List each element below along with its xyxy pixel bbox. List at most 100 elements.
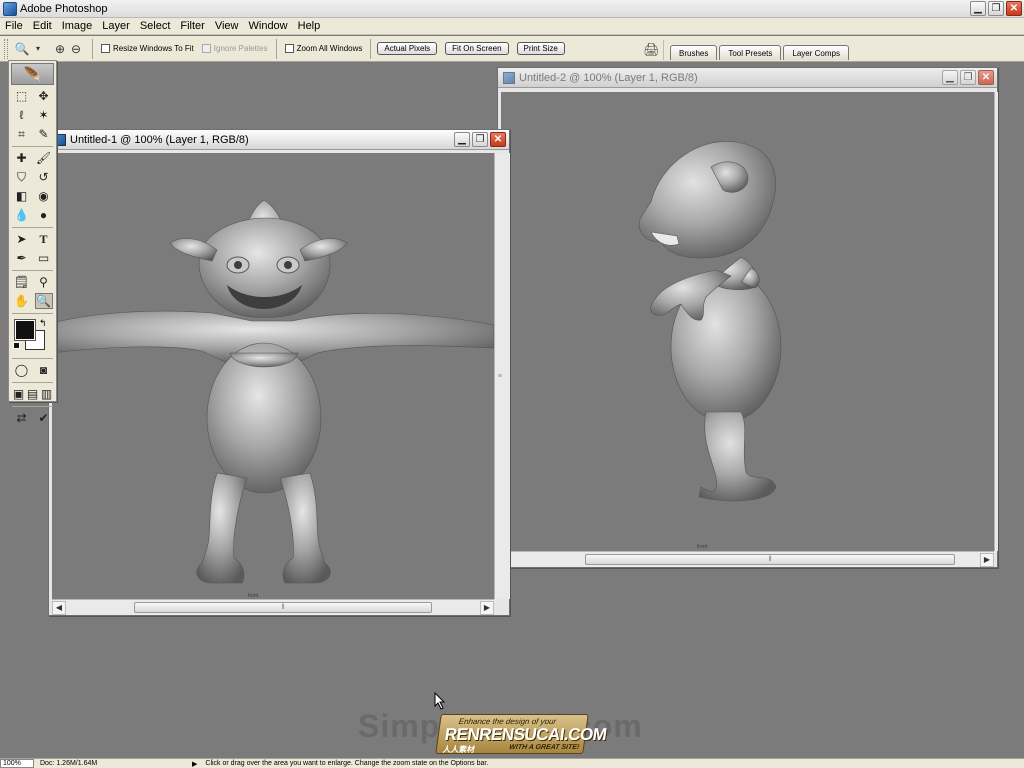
palette-well: 🖨 Brushes Tool Presets Layer Comps bbox=[640, 38, 851, 60]
paint-bucket-tool-icon[interactable]: ◉ bbox=[35, 188, 53, 204]
photoshop-app-icon bbox=[3, 1, 17, 16]
slice-tool-icon[interactable]: ✎ bbox=[35, 126, 53, 142]
menu-filter[interactable]: Filter bbox=[175, 20, 209, 32]
document-canvas[interactable]: front bbox=[501, 92, 994, 551]
close-button[interactable]: ✕ bbox=[978, 70, 994, 85]
scroll-right-button[interactable]: ▶ bbox=[480, 600, 494, 615]
scroll-left-button[interactable]: ◀ bbox=[52, 600, 66, 615]
eyedropper-tool-icon[interactable]: ⚲ bbox=[35, 274, 53, 290]
toolbox-separator bbox=[12, 146, 53, 147]
document-window-untitled-2[interactable]: Untitled-2 @ 100% (Layer 1, RGB/8) ▁ ❐ ✕ bbox=[497, 67, 998, 568]
crop-tool-icon[interactable]: ⌗ bbox=[13, 126, 31, 142]
lasso-tool-icon[interactable]: ℓ bbox=[13, 107, 31, 123]
full-screen-mode-icon[interactable]: ▥ bbox=[40, 386, 53, 402]
checkbox-box[interactable] bbox=[284, 44, 294, 53]
preset-dropdown-icon[interactable]: ▾ bbox=[30, 41, 46, 57]
hand-tool-icon[interactable]: ✋ bbox=[13, 293, 31, 309]
type-tool-icon[interactable]: T bbox=[35, 231, 53, 247]
maximize-button[interactable]: ❐ bbox=[988, 1, 1004, 16]
brush-tool-icon[interactable]: 🖌 bbox=[35, 150, 53, 166]
path-selection-tool-icon[interactable]: ➤ bbox=[13, 231, 31, 247]
minimize-button[interactable]: ▁ bbox=[454, 132, 470, 147]
watermark-badge: Enhance the design of your RENRENSUCAI.C… bbox=[435, 714, 608, 754]
menu-image[interactable]: Image bbox=[57, 20, 98, 32]
minimize-button[interactable]: ▁ bbox=[942, 70, 958, 85]
pen-tool-icon[interactable]: ✒ bbox=[13, 250, 31, 266]
zoom-out-icon[interactable]: ⊖ bbox=[68, 41, 84, 57]
shape-tool-icon[interactable]: ▭ bbox=[35, 250, 53, 266]
document-canvas[interactable]: front bbox=[52, 153, 494, 599]
document-title-bar[interactable]: Untitled-2 @ 100% (Layer 1, RGB/8) ▁ ❐ ✕ bbox=[498, 68, 997, 88]
maximize-button[interactable]: ❐ bbox=[960, 70, 976, 85]
document-window-untitled-1[interactable]: Untitled-1 @ 100% (Layer 1, RGB/8) ▁ ❐ ✕ bbox=[48, 129, 510, 616]
maximize-button[interactable]: ❐ bbox=[472, 132, 488, 147]
close-button[interactable]: ✕ bbox=[1006, 1, 1022, 16]
blur-tool-icon[interactable]: 💧 bbox=[13, 207, 31, 223]
file-browser-icon[interactable]: 🖨 bbox=[640, 40, 664, 60]
eraser-tool-icon[interactable]: ◧ bbox=[13, 188, 31, 204]
horizontal-scrollbar[interactable]: ◀ ⦀ ▶ bbox=[52, 599, 494, 615]
options-bar-grip[interactable] bbox=[4, 38, 8, 59]
actual-pixels-button[interactable]: Actual Pixels bbox=[377, 42, 438, 55]
tab-layer-comps[interactable]: Layer Comps bbox=[783, 45, 849, 60]
zoom-in-icon[interactable]: ⊕ bbox=[52, 41, 68, 57]
adobe-feather-icon[interactable]: 🪶 bbox=[11, 63, 54, 85]
app-title-bar: Adobe Photoshop ▁ ❐ ✕ bbox=[0, 0, 1024, 18]
status-menu-arrow-icon[interactable]: ▶ bbox=[192, 760, 197, 768]
tab-tool-presets[interactable]: Tool Presets bbox=[719, 45, 782, 60]
standard-screen-mode-icon[interactable]: ▣ bbox=[12, 386, 25, 402]
default-colors-icon[interactable] bbox=[13, 342, 20, 349]
scroll-right-button[interactable]: ▶ bbox=[980, 552, 994, 567]
menu-file[interactable]: File bbox=[0, 20, 28, 32]
menu-layer[interactable]: Layer bbox=[97, 20, 135, 32]
document-title-bar[interactable]: Untitled-1 @ 100% (Layer 1, RGB/8) ▁ ❐ ✕ bbox=[49, 130, 509, 150]
scroll-thumb[interactable]: ⦀ bbox=[585, 554, 955, 565]
vertical-scrollbar[interactable] bbox=[994, 92, 998, 551]
menu-help[interactable]: Help bbox=[293, 20, 326, 32]
minimize-button[interactable]: ▁ bbox=[970, 1, 986, 16]
goblin-front-view-render bbox=[52, 199, 494, 584]
horizontal-scrollbar[interactable]: ⦀ ▶ bbox=[501, 551, 994, 567]
clone-stamp-tool-icon[interactable]: ⛉ bbox=[13, 169, 31, 185]
toolbox-separator bbox=[12, 382, 53, 383]
toolbox: 🪶 ⬚ ✥ ℓ ✶ ⌗ ✎ ✚ 🖌 ⛉ ↺ ◧ ◉ 💧 ● ➤ T ✒ ▭ 🗒 … bbox=[8, 60, 57, 425]
print-size-button[interactable]: Print Size bbox=[516, 42, 565, 55]
canvas-caption: front bbox=[697, 544, 708, 550]
zoom-level-field[interactable]: 100% bbox=[0, 759, 34, 768]
jump-to-imageready-icon[interactable]: ⇄ bbox=[13, 410, 31, 426]
edit-in-imageready-icon[interactable]: ✔ bbox=[35, 410, 53, 426]
menu-window[interactable]: Window bbox=[244, 20, 293, 32]
checkbox-box bbox=[201, 44, 211, 53]
swap-colors-icon[interactable]: ↰ bbox=[39, 318, 47, 329]
healing-brush-tool-icon[interactable]: ✚ bbox=[13, 150, 31, 166]
standard-mode-icon[interactable]: ◯ bbox=[13, 362, 31, 378]
marquee-tool-icon[interactable]: ⬚ bbox=[13, 88, 31, 104]
document-title: Untitled-1 @ 100% (Layer 1, RGB/8) bbox=[70, 133, 249, 146]
separator bbox=[275, 38, 277, 59]
badge-cn: 人人素材 bbox=[442, 745, 476, 754]
tab-brushes[interactable]: Brushes bbox=[670, 45, 718, 60]
dodge-tool-icon[interactable]: ● bbox=[35, 207, 53, 223]
foreground-color-swatch[interactable] bbox=[14, 319, 36, 341]
quick-mask-mode-icon[interactable]: ◙ bbox=[35, 362, 53, 378]
zoom-tool-preset-icon[interactable]: 🔍 bbox=[14, 41, 30, 57]
resize-windows-checkbox[interactable]: Resize Windows To Fit bbox=[101, 44, 194, 53]
notes-tool-icon[interactable]: 🗒 bbox=[13, 274, 31, 290]
doc-size-info[interactable]: Doc: 1.26M/1.64M bbox=[40, 760, 180, 767]
full-screen-menu-mode-icon[interactable]: ▤ bbox=[26, 386, 39, 402]
scroll-thumb[interactable]: ⦀ bbox=[134, 602, 432, 613]
zoom-all-windows-label: Zoom All Windows bbox=[296, 44, 363, 53]
menu-select[interactable]: Select bbox=[135, 20, 176, 32]
move-tool-icon[interactable]: ✥ bbox=[35, 88, 53, 104]
vertical-scrollbar[interactable]: ≡ bbox=[494, 153, 510, 599]
checkbox-box[interactable] bbox=[101, 44, 110, 53]
fit-on-screen-button[interactable]: Fit On Screen bbox=[445, 42, 509, 55]
close-button[interactable]: ✕ bbox=[490, 132, 506, 147]
menu-edit[interactable]: Edit bbox=[28, 20, 57, 32]
scroll-grip[interactable]: ≡ bbox=[498, 373, 502, 380]
history-brush-tool-icon[interactable]: ↺ bbox=[35, 169, 53, 185]
menu-view[interactable]: View bbox=[210, 20, 244, 32]
zoom-all-windows-checkbox[interactable]: Zoom All Windows bbox=[284, 44, 363, 53]
magic-wand-tool-icon[interactable]: ✶ bbox=[35, 107, 53, 123]
zoom-tool-icon[interactable]: 🔍 bbox=[34, 293, 53, 309]
